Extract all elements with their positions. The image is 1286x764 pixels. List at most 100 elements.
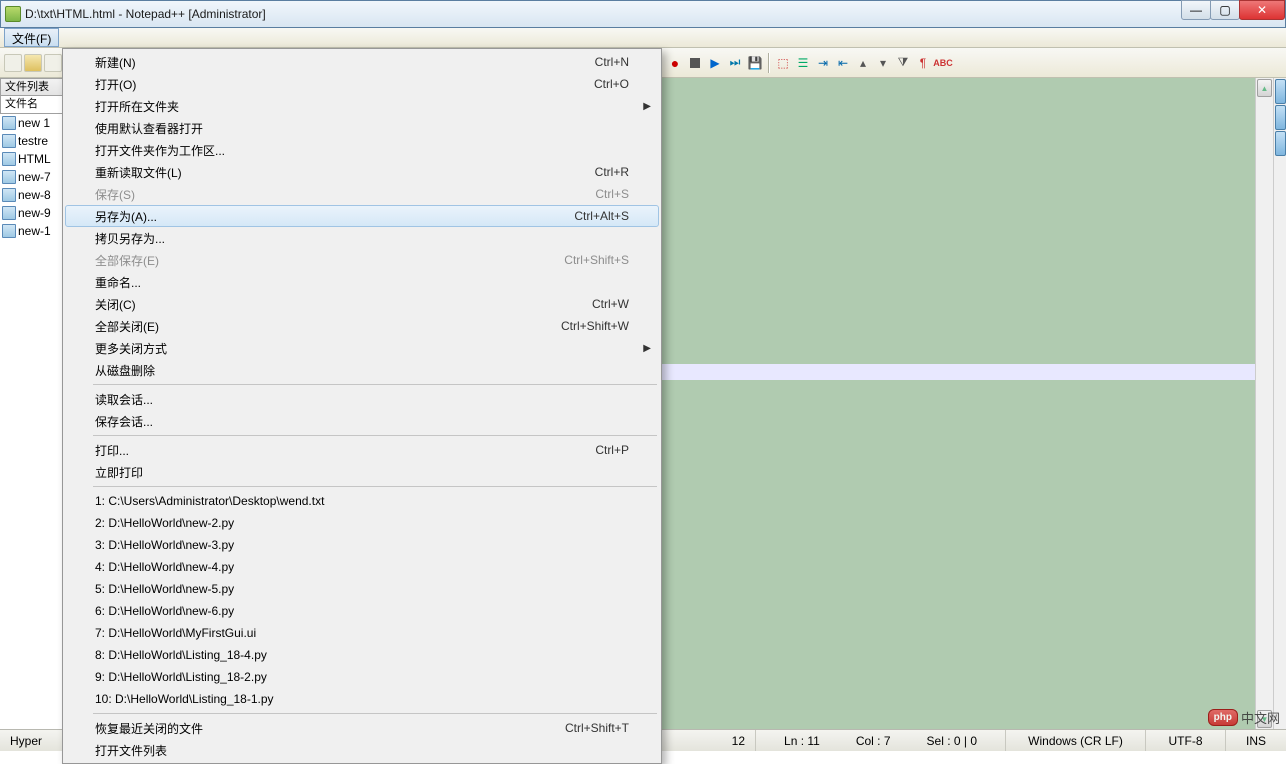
status-line: Ln : 11 <box>766 730 838 751</box>
menu-file[interactable]: 文件(F) <box>4 28 59 47</box>
menu-item-label: 拷贝另存为... <box>95 230 629 247</box>
scroll-track[interactable] <box>1256 98 1273 709</box>
minimize-button[interactable]: — <box>1181 0 1211 20</box>
macro-record-icon[interactable]: ● <box>666 54 684 72</box>
toolbar-list-icon[interactable]: ☰ <box>794 54 812 72</box>
macro-play-icon[interactable]: ▶ <box>706 54 724 72</box>
menu-item-rename[interactable]: 重命名... <box>65 271 659 293</box>
menu-item-load-session[interactable]: 读取会话... <box>65 388 659 410</box>
file-icon <box>2 152 16 166</box>
file-list-column-name[interactable]: 文件名 <box>0 96 63 114</box>
menu-item-close-all[interactable]: 全部关闭(E)Ctrl+Shift+W <box>65 315 659 337</box>
menu-item-label: 1: C:\Users\Administrator\Desktop\wend.t… <box>95 494 629 508</box>
menu-item-save-all: 全部保存(E)Ctrl+Shift+S <box>65 249 659 271</box>
change-marker[interactable] <box>1275 79 1286 104</box>
toolbar-expand-icon[interactable]: ▾ <box>874 54 892 72</box>
menubar: 文件(F) <box>0 28 1286 48</box>
file-list-item[interactable]: new-7 <box>0 168 63 186</box>
menu-item-save-session[interactable]: 保存会话... <box>65 410 659 432</box>
menu-item-open-file-list[interactable]: 打开文件列表 <box>65 739 659 761</box>
file-list-item[interactable]: new-8 <box>0 186 63 204</box>
status-insert-mode[interactable]: INS <box>1226 730 1286 751</box>
toolbar-collapse-all-icon[interactable]: ⧩ <box>894 54 912 72</box>
window-title: D:\txt\HTML.html - Notepad++ [Administra… <box>25 7 266 21</box>
menu-item-recent-file[interactable]: 6: D:\HelloWorld\new-6.py <box>65 600 659 622</box>
status-selection: Sel : 0 | 0 <box>909 730 995 751</box>
toolbar-hidden-chars-icon[interactable]: ¶ <box>914 54 932 72</box>
macro-save-icon[interactable]: 💾 <box>746 54 764 72</box>
menu-item-save-copy-as[interactable]: 拷贝另存为... <box>65 227 659 249</box>
menu-item-recent-file[interactable]: 5: D:\HelloWorld\new-5.py <box>65 578 659 600</box>
toolbar-spellcheck-icon[interactable]: ABC <box>934 54 952 72</box>
toolbar-collapse-icon[interactable]: ▴ <box>854 54 872 72</box>
menu-item-close-more[interactable]: 更多关闭方式 ▶ <box>65 337 659 359</box>
submenu-arrow-icon: ▶ <box>643 343 651 354</box>
menu-item-print[interactable]: 打印...Ctrl+P <box>65 439 659 461</box>
toolbar-save-icon[interactable] <box>44 54 62 72</box>
menu-item-label: 打开所在文件夹 <box>95 98 629 115</box>
watermark-text: 中文网 <box>1241 708 1280 727</box>
menu-item-shortcut: Ctrl+P <box>595 443 629 457</box>
close-button[interactable]: ✕ <box>1239 0 1285 20</box>
maximize-button[interactable]: ▢ <box>1210 0 1240 20</box>
menu-item-recent-file[interactable]: 3: D:\HelloWorld\new-3.py <box>65 534 659 556</box>
menu-item-label: 4: D:\HelloWorld\new-4.py <box>95 560 629 574</box>
scroll-up-button[interactable]: ▲ <box>1257 79 1272 97</box>
menu-item-shortcut: Ctrl+W <box>592 297 629 311</box>
menu-item-open-containing-folder[interactable]: 打开所在文件夹▶ <box>65 95 659 117</box>
file-name: new 1 <box>18 116 50 130</box>
menu-item-recent-file[interactable]: 8: D:\HelloWorld\Listing_18-4.py <box>65 644 659 666</box>
menu-item-label: 恢复最近关闭的文件 <box>95 720 565 737</box>
menu-item-label: 更多关闭方式 <box>95 340 629 357</box>
menu-item-close[interactable]: 关闭(C)Ctrl+W <box>65 293 659 315</box>
menu-item-recent-file[interactable]: 2: D:\HelloWorld\new-2.py <box>65 512 659 534</box>
menu-item-label: 5: D:\HelloWorld\new-5.py <box>95 582 629 596</box>
menu-item-shortcut: Ctrl+Shift+S <box>564 253 629 267</box>
menu-item-label: 关闭(C) <box>95 296 592 313</box>
menu-item-shortcut: Ctrl+S <box>595 187 629 201</box>
menu-item-label: 打开文件夹作为工作区... <box>95 142 629 159</box>
menu-item-label: 10: D:\HelloWorld\Listing_18-1.py <box>95 692 629 706</box>
file-icon <box>2 188 16 202</box>
toolbar-new-icon[interactable] <box>4 54 22 72</box>
toolbar-open-icon[interactable] <box>24 54 42 72</box>
file-icon <box>2 206 16 220</box>
menu-item-label: 重新读取文件(L) <box>95 164 595 181</box>
toolbar-outdent-icon[interactable]: ⇤ <box>834 54 852 72</box>
menu-item-recent-file[interactable]: 10: D:\HelloWorld\Listing_18-1.py <box>65 688 659 710</box>
titlebar: D:\txt\HTML.html - Notepad++ [Administra… <box>0 0 1286 28</box>
menu-item-recent-file[interactable]: 9: D:\HelloWorld\Listing_18-2.py <box>65 666 659 688</box>
menu-item-reload[interactable]: 重新读取文件(L)Ctrl+R <box>65 161 659 183</box>
menu-item-label: 读取会话... <box>95 391 629 408</box>
menu-item-label: 2: D:\HelloWorld\new-2.py <box>95 516 629 530</box>
status-eol[interactable]: Windows (CR LF) <box>1006 730 1146 751</box>
change-marker[interactable] <box>1275 105 1286 130</box>
toolbar-indent-icon[interactable]: ⇥ <box>814 54 832 72</box>
menu-item-save-as[interactable]: 另存为(A)...Ctrl+Alt+S <box>65 205 659 227</box>
menu-item-delete-from-disk[interactable]: 从磁盘删除 <box>65 359 659 381</box>
menu-item-recent-file[interactable]: 7: D:\HelloWorld\MyFirstGui.ui <box>65 622 659 644</box>
file-list: new 1 testre HTML new-7 new-8 new-9 new-… <box>0 114 63 240</box>
menu-item-restore-recent[interactable]: 恢复最近关闭的文件Ctrl+Shift+T <box>65 717 659 739</box>
file-list-item[interactable]: new 1 <box>0 114 63 132</box>
toolbar-func-icon[interactable]: ⬚ <box>774 54 792 72</box>
menu-item-recent-file[interactable]: 1: C:\Users\Administrator\Desktop\wend.t… <box>65 490 659 512</box>
menu-item-recent-file[interactable]: 4: D:\HelloWorld\new-4.py <box>65 556 659 578</box>
change-marker[interactable] <box>1275 131 1286 156</box>
file-list-item[interactable]: new-1 <box>0 222 63 240</box>
file-list-item[interactable]: testre <box>0 132 63 150</box>
menu-item-new[interactable]: 新建(N)Ctrl+N <box>65 51 659 73</box>
macro-stop-icon[interactable] <box>686 54 704 72</box>
macro-play-multi-icon[interactable]: ⏭ <box>726 54 744 72</box>
file-list-item[interactable]: new-9 <box>0 204 63 222</box>
menu-item-open-default-viewer[interactable]: 使用默认查看器打开 <box>65 117 659 139</box>
status-encoding[interactable]: UTF-8 <box>1146 730 1226 751</box>
menu-item-label: 打开文件列表 <box>95 742 629 759</box>
status-position: Ln : 11 Col : 7 Sel : 0 | 0 <box>756 730 1006 751</box>
menu-item-open-folder-workspace[interactable]: 打开文件夹作为工作区... <box>65 139 659 161</box>
menu-item-print-now[interactable]: 立即打印 <box>65 461 659 483</box>
menu-item-shortcut: Ctrl+N <box>595 55 629 69</box>
vertical-scrollbar[interactable]: ▲ ▼ <box>1255 78 1273 729</box>
file-list-item[interactable]: HTML <box>0 150 63 168</box>
menu-item-open[interactable]: 打开(O)Ctrl+O <box>65 73 659 95</box>
